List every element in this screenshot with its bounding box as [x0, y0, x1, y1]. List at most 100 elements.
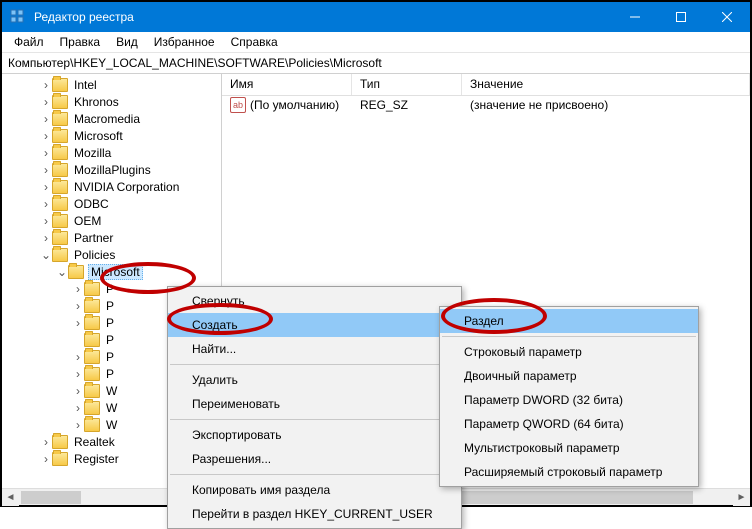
- folder-icon: [52, 180, 68, 194]
- ctx-goto-hkcu[interactable]: Перейти в раздел HKEY_CURRENT_USER: [168, 502, 461, 526]
- ctx-permissions[interactable]: Разрешения...: [168, 447, 461, 471]
- address-bar[interactable]: Компьютер\HKEY_LOCAL_MACHINE\SOFTWARE\Po…: [2, 53, 750, 74]
- chevron-right-icon[interactable]: [72, 421, 84, 429]
- tree-item-label: Macromedia: [72, 112, 142, 126]
- col-name[interactable]: Имя: [222, 74, 352, 95]
- sub-binary[interactable]: Двоичный параметр: [440, 364, 698, 388]
- tree-item[interactable]: OEM: [2, 212, 221, 229]
- separator: [170, 419, 459, 420]
- tree-item-label: Realtek: [72, 435, 117, 449]
- ctx-export[interactable]: Экспортировать: [168, 423, 461, 447]
- tree-item[interactable]: Microsoft: [2, 127, 221, 144]
- folder-icon: [52, 435, 68, 449]
- menu-file[interactable]: Файл: [6, 33, 52, 51]
- col-type[interactable]: Тип: [352, 74, 462, 95]
- folder-icon: [84, 367, 100, 381]
- tree-item[interactable]: Khronos: [2, 93, 221, 110]
- tree-item[interactable]: ODBC: [2, 195, 221, 212]
- chevron-right-icon[interactable]: [40, 115, 52, 123]
- tree-item[interactable]: NVIDIA Corporation: [2, 178, 221, 195]
- sub-string[interactable]: Строковый параметр: [440, 340, 698, 364]
- tree-item-label: Р: [104, 299, 116, 313]
- folder-icon: [84, 282, 100, 296]
- chevron-right-icon[interactable]: [40, 455, 52, 463]
- sub-dword[interactable]: Параметр DWORD (32 бита): [440, 388, 698, 412]
- chevron-right-icon[interactable]: [72, 302, 84, 310]
- col-value[interactable]: Значение: [462, 74, 750, 95]
- ctx-rename[interactable]: Переименовать: [168, 392, 461, 416]
- chevron-right-icon[interactable]: [72, 285, 84, 293]
- folder-icon: [52, 197, 68, 211]
- list-header: Имя Тип Значение: [222, 74, 750, 96]
- value-data: (значение не присвоено): [462, 98, 750, 112]
- chevron-right-icon[interactable]: [40, 98, 52, 106]
- folder-icon: [84, 299, 100, 313]
- chevron-right-icon[interactable]: [72, 370, 84, 378]
- tree-item[interactable]: Intel: [2, 76, 221, 93]
- chevron-right-icon[interactable]: [72, 387, 84, 395]
- chevron-right-icon[interactable]: [40, 81, 52, 89]
- scroll-left-icon[interactable]: ◄: [2, 489, 19, 506]
- menu-favorites[interactable]: Избранное: [146, 33, 223, 51]
- maximize-button[interactable]: [658, 2, 704, 32]
- value-type: REG_SZ: [352, 98, 462, 112]
- chevron-right-icon[interactable]: [72, 404, 84, 412]
- tree-item[interactable]: MozillaPlugins: [2, 161, 221, 178]
- chevron-down-icon[interactable]: [56, 268, 68, 276]
- tree-item[interactable]: Mozilla: [2, 144, 221, 161]
- folder-icon: [84, 350, 100, 364]
- chevron-right-icon[interactable]: [72, 319, 84, 327]
- chevron-right-icon[interactable]: [40, 183, 52, 191]
- tree-item-label: NVIDIA Corporation: [72, 180, 181, 194]
- tree-item-label: W: [104, 384, 119, 398]
- sub-multi[interactable]: Мультистроковый параметр: [440, 436, 698, 460]
- chevron-right-icon[interactable]: [40, 234, 52, 242]
- tree-item-label: Microsoft: [72, 129, 125, 143]
- title-bar: Редактор реестра: [2, 2, 750, 32]
- tree-item-label: Р: [104, 333, 116, 347]
- ctx-create[interactable]: Создать▶: [168, 313, 461, 337]
- address-text: Компьютер\HKEY_LOCAL_MACHINE\SOFTWARE\Po…: [8, 56, 382, 70]
- close-button[interactable]: [704, 2, 750, 32]
- minimize-button[interactable]: [612, 2, 658, 32]
- sub-qword[interactable]: Параметр QWORD (64 бита): [440, 412, 698, 436]
- value-name: (По умолчанию): [250, 98, 339, 112]
- ctx-delete[interactable]: Удалить: [168, 368, 461, 392]
- folder-icon: [84, 333, 100, 347]
- tree-item-label: W: [104, 418, 119, 432]
- window-title: Редактор реестра: [34, 10, 612, 24]
- tree-item-label: Register: [72, 452, 121, 466]
- scrollbar-thumb[interactable]: [21, 491, 81, 504]
- chevron-right-icon[interactable]: [40, 217, 52, 225]
- scroll-right-icon[interactable]: ►: [733, 489, 750, 506]
- chevron-right-icon[interactable]: [40, 438, 52, 446]
- chevron-down-icon[interactable]: [40, 251, 52, 259]
- tree-item[interactable]: Partner: [2, 229, 221, 246]
- ctx-find[interactable]: Найти...: [168, 337, 461, 361]
- chevron-right-icon[interactable]: [40, 132, 52, 140]
- ctx-collapse[interactable]: Свернуть: [168, 289, 461, 313]
- chevron-right-icon[interactable]: [40, 166, 52, 174]
- ctx-copyname[interactable]: Копировать имя раздела: [168, 478, 461, 502]
- folder-icon: [84, 384, 100, 398]
- tree-item-label: Mozilla: [72, 146, 113, 160]
- menu-bar: Файл Правка Вид Избранное Справка: [2, 32, 750, 53]
- list-row[interactable]: ab (По умолчанию) REG_SZ (значение не пр…: [222, 96, 750, 114]
- tree-item[interactable]: Macromedia: [2, 110, 221, 127]
- separator: [170, 364, 459, 365]
- chevron-right-icon[interactable]: [40, 149, 52, 157]
- sub-expand[interactable]: Расширяемый строковый параметр: [440, 460, 698, 484]
- menu-view[interactable]: Вид: [108, 33, 146, 51]
- tree-item[interactable]: Microsoft: [2, 263, 221, 280]
- tree-item[interactable]: Policies: [2, 246, 221, 263]
- string-value-icon: ab: [230, 97, 246, 113]
- tree-item-label: Р: [104, 282, 116, 296]
- tree-item-label: Policies: [72, 248, 117, 262]
- context-menu: Свернуть Создать▶ Найти... Удалить Переи…: [167, 286, 462, 529]
- chevron-right-icon[interactable]: [40, 200, 52, 208]
- menu-help[interactable]: Справка: [223, 33, 286, 51]
- chevron-right-icon[interactable]: [72, 353, 84, 361]
- sub-key[interactable]: Раздел: [440, 309, 698, 333]
- tree-item-label: Microsoft: [88, 264, 143, 280]
- menu-edit[interactable]: Правка: [52, 33, 109, 51]
